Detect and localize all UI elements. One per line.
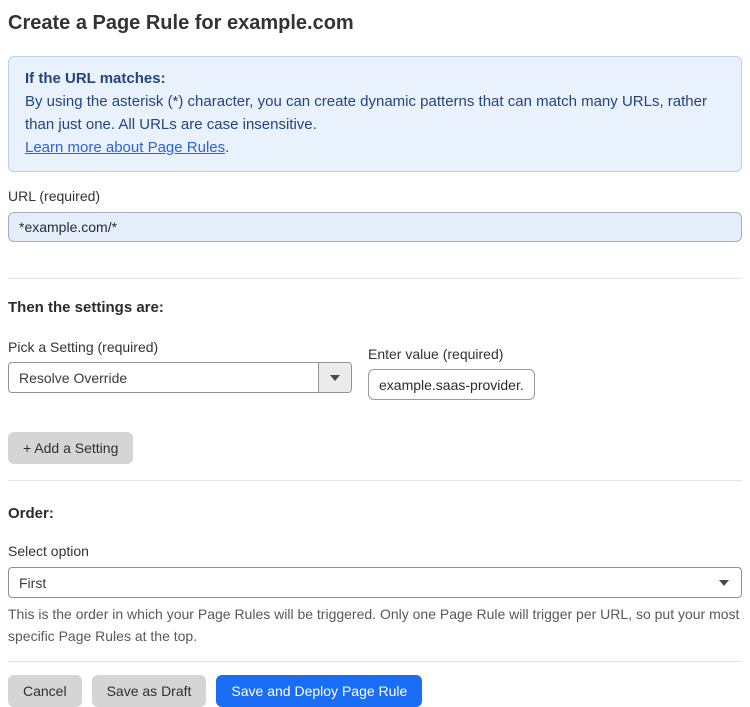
order-section-heading: Order: xyxy=(8,505,54,522)
pick-setting-dropdown[interactable]: Resolve Override xyxy=(8,362,352,393)
footer-divider xyxy=(8,661,742,662)
url-match-info-box: If the URL matches: By using the asteris… xyxy=(8,56,742,172)
chevron-down-icon xyxy=(719,579,729,586)
order-dropdown[interactable]: First xyxy=(8,567,742,598)
setting-value-input[interactable] xyxy=(368,369,535,400)
order-selected-value: First xyxy=(19,574,47,591)
settings-row: Pick a Setting (required) Resolve Overri… xyxy=(8,339,742,400)
info-box-body: By using the asterisk (*) character, you… xyxy=(25,93,707,133)
section-divider xyxy=(8,480,742,481)
save-draft-button[interactable]: Save as Draft xyxy=(91,675,207,707)
url-field-label: URL (required) xyxy=(8,188,101,204)
link-suffix: . xyxy=(225,139,230,156)
dropdown-arrow-button[interactable] xyxy=(318,363,351,392)
page-title: Create a Page Rule for example.com xyxy=(8,12,354,34)
info-box-heading: If the URL matches: xyxy=(25,70,166,87)
section-divider xyxy=(8,278,742,279)
order-select-label: Select option xyxy=(8,543,89,559)
cancel-button[interactable]: Cancel xyxy=(8,675,82,707)
pick-setting-label: Pick a Setting (required) xyxy=(8,339,159,355)
settings-section-heading: Then the settings are: xyxy=(8,299,164,316)
pick-setting-selected-value: Resolve Override xyxy=(19,369,128,386)
add-setting-button[interactable]: + Add a Setting xyxy=(8,432,134,464)
learn-more-link[interactable]: Learn more about Page Rules xyxy=(25,139,225,156)
url-input[interactable] xyxy=(8,212,742,242)
enter-value-label: Enter value (required) xyxy=(368,346,504,362)
order-help-text: This is the order in which your Page Rul… xyxy=(8,606,740,644)
chevron-down-icon xyxy=(330,374,340,381)
footer-actions: Cancel Save as Draft Save and Deploy Pag… xyxy=(8,675,742,707)
save-deploy-button[interactable]: Save and Deploy Page Rule xyxy=(216,675,423,707)
